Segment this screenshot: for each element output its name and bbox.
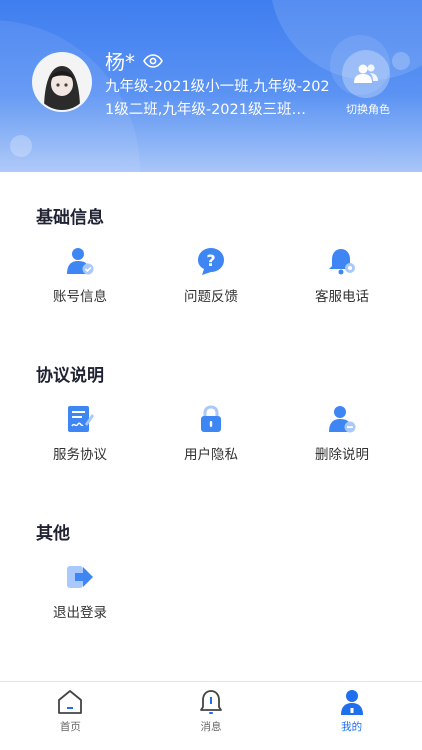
bottom-tab-bar: 首页 消息 我的 bbox=[0, 681, 422, 750]
profile-icon bbox=[340, 690, 363, 715]
customer-service-item[interactable]: 客服电话 bbox=[287, 246, 397, 305]
service-agreement-label: 服务协议 bbox=[53, 447, 107, 463]
tab-mine-label: 我的 bbox=[341, 721, 363, 733]
bell-icon bbox=[200, 690, 222, 714]
decor-bubble bbox=[10, 135, 32, 157]
section-title-basic: 基础信息 bbox=[36, 208, 104, 228]
switch-role-button[interactable] bbox=[342, 50, 390, 98]
privacy-item[interactable]: 用户隐私 bbox=[156, 404, 266, 463]
name-row: 杨* bbox=[105, 46, 163, 74]
account-info-label: 账号信息 bbox=[53, 289, 107, 305]
tab-messages[interactable]: 消息 bbox=[141, 682, 282, 750]
logout-item[interactable]: 退出登录 bbox=[25, 562, 135, 621]
decor-bubble bbox=[392, 52, 410, 70]
logout-label: 退出登录 bbox=[53, 605, 107, 621]
avatar-image-icon bbox=[34, 54, 90, 110]
tab-home[interactable]: 首页 bbox=[0, 682, 141, 750]
customer-service-label: 客服电话 bbox=[315, 289, 369, 305]
tab-home-label: 首页 bbox=[59, 721, 81, 733]
service-agreement-item[interactable]: 服务协议 bbox=[25, 404, 135, 463]
svg-text:?: ? bbox=[206, 251, 215, 270]
privacy-lock-icon bbox=[201, 405, 221, 432]
tab-mine[interactable]: 我的 bbox=[281, 682, 422, 750]
service-agreement-icon bbox=[68, 406, 94, 432]
home-icon bbox=[58, 690, 83, 714]
class-list: 九年级-2021级小一班,九年级-2021级二班,九年级-2021级三班… bbox=[105, 79, 330, 118]
section-title-other: 其他 bbox=[36, 524, 70, 544]
privacy-label: 用户隐私 bbox=[184, 447, 238, 463]
delete-account-icon bbox=[329, 406, 356, 433]
delete-account-label: 删除说明 bbox=[315, 447, 369, 463]
avatar[interactable] bbox=[34, 54, 90, 110]
logout-icon bbox=[67, 566, 93, 588]
section-title-agreement: 协议说明 bbox=[36, 366, 104, 386]
account-info-item[interactable]: 账号信息 bbox=[25, 246, 135, 305]
tab-messages-label: 消息 bbox=[200, 721, 222, 733]
profile-header: 杨* 九年级-2021级小一班,九年级-2021级二班,九年级-2021级三班…… bbox=[0, 0, 422, 172]
account-info-icon bbox=[67, 248, 94, 275]
eye-icon[interactable] bbox=[143, 53, 163, 68]
question-feedback-label: 问题反馈 bbox=[184, 289, 238, 305]
customer-service-icon bbox=[329, 249, 355, 275]
users-icon bbox=[354, 64, 378, 83]
question-feedback-icon: ? bbox=[198, 248, 224, 275]
switch-role-label[interactable]: 切换角色 bbox=[338, 101, 398, 117]
question-feedback-item[interactable]: ? 问题反馈 bbox=[156, 246, 266, 305]
delete-account-item[interactable]: 删除说明 bbox=[287, 404, 397, 463]
user-name: 杨* bbox=[105, 49, 135, 74]
